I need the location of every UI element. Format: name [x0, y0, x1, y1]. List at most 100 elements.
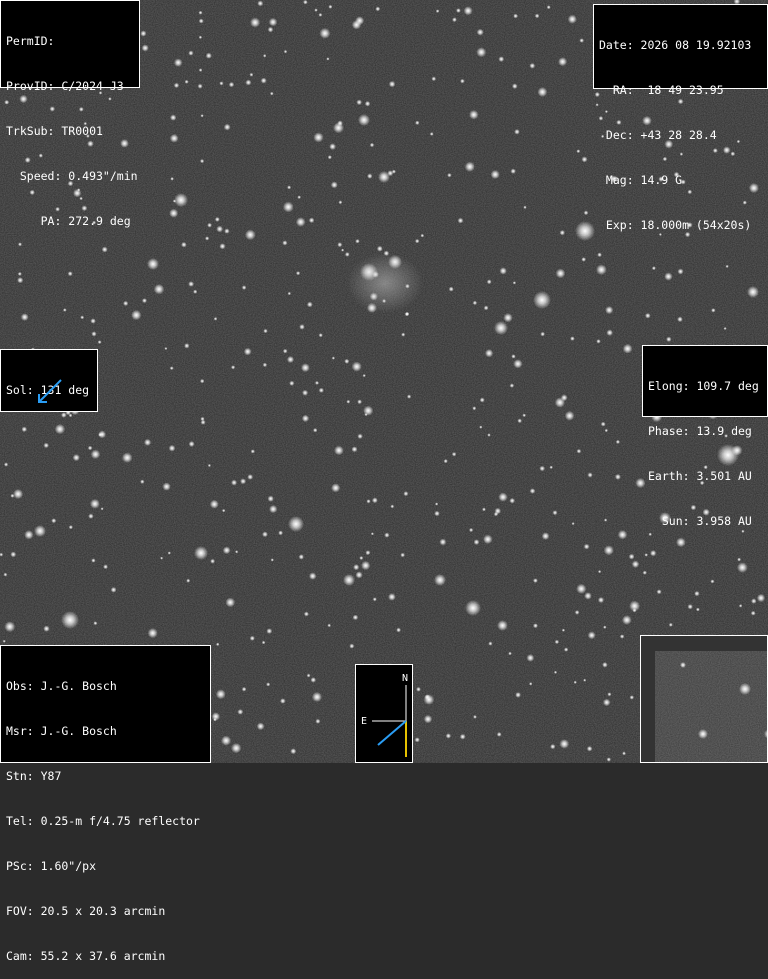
star	[147, 628, 158, 639]
star	[331, 356, 335, 360]
star	[435, 9, 440, 13]
star	[240, 478, 247, 485]
tel-row: Tel: 0.25-m f/4.75 reflector	[6, 814, 200, 828]
star	[479, 397, 485, 403]
star	[687, 604, 693, 610]
star	[537, 87, 548, 97]
star	[571, 522, 575, 526]
cam-row: Cam: 55.2 x 37.6 arcmin	[6, 949, 166, 963]
star	[188, 50, 194, 56]
star	[365, 550, 371, 556]
star	[725, 264, 729, 268]
star	[268, 17, 278, 27]
star	[574, 610, 580, 615]
star	[533, 578, 538, 583]
star	[164, 347, 168, 350]
star	[448, 286, 454, 292]
star	[424, 694, 431, 700]
star	[587, 472, 593, 478]
star	[221, 735, 232, 746]
star	[142, 298, 147, 304]
star	[483, 305, 489, 311]
star	[487, 433, 491, 437]
fov-row: FOV: 20.5 x 20.3 arcmin	[6, 904, 166, 918]
star	[262, 531, 268, 538]
star	[597, 252, 602, 258]
star	[457, 217, 464, 224]
star	[327, 155, 332, 160]
star	[622, 343, 633, 354]
star	[555, 268, 566, 279]
star	[225, 597, 236, 608]
star	[515, 692, 521, 698]
star	[488, 641, 493, 646]
star	[604, 518, 608, 522]
star	[249, 635, 255, 641]
star	[306, 673, 311, 678]
star	[364, 413, 368, 417]
star	[668, 622, 673, 627]
star	[546, 5, 551, 10]
star	[222, 546, 231, 555]
star	[51, 518, 57, 524]
star	[88, 513, 94, 519]
star	[607, 692, 612, 697]
star	[372, 497, 378, 504]
star	[315, 380, 319, 385]
star	[352, 614, 359, 621]
star	[141, 44, 149, 52]
star	[250, 17, 261, 28]
star	[362, 374, 366, 378]
star	[619, 634, 625, 639]
star	[173, 82, 180, 89]
star	[326, 57, 330, 61]
star	[90, 318, 96, 324]
star	[416, 686, 421, 692]
star	[93, 621, 98, 626]
star	[300, 363, 310, 373]
star	[318, 333, 323, 338]
star	[186, 578, 191, 583]
star	[211, 712, 221, 721]
star	[333, 122, 344, 134]
star	[357, 399, 362, 405]
star	[123, 300, 129, 306]
star	[194, 546, 208, 560]
star	[267, 26, 274, 33]
star	[290, 748, 297, 755]
star	[367, 173, 373, 179]
star	[443, 459, 448, 464]
star	[361, 560, 371, 571]
star	[91, 331, 97, 337]
star	[355, 16, 365, 26]
star	[598, 570, 602, 574]
elong-row: Elong: 109.7 deg	[648, 379, 759, 393]
star	[497, 620, 508, 631]
star	[287, 185, 292, 190]
star	[514, 129, 520, 135]
star	[263, 328, 268, 334]
star	[209, 499, 219, 509]
star	[100, 507, 104, 511]
star	[494, 321, 508, 335]
star	[181, 241, 187, 248]
star	[147, 258, 159, 270]
star	[80, 315, 85, 320]
star	[553, 670, 558, 674]
star	[200, 159, 205, 164]
star	[173, 58, 183, 67]
star	[97, 340, 102, 344]
star	[445, 733, 452, 739]
star	[167, 551, 171, 555]
star	[207, 463, 211, 468]
star	[188, 281, 195, 287]
star	[359, 556, 364, 560]
star	[575, 221, 595, 241]
star	[429, 132, 434, 136]
star	[235, 550, 239, 554]
star	[341, 248, 345, 252]
star	[587, 631, 596, 640]
star	[656, 589, 662, 595]
star	[364, 100, 371, 107]
star	[298, 554, 304, 560]
